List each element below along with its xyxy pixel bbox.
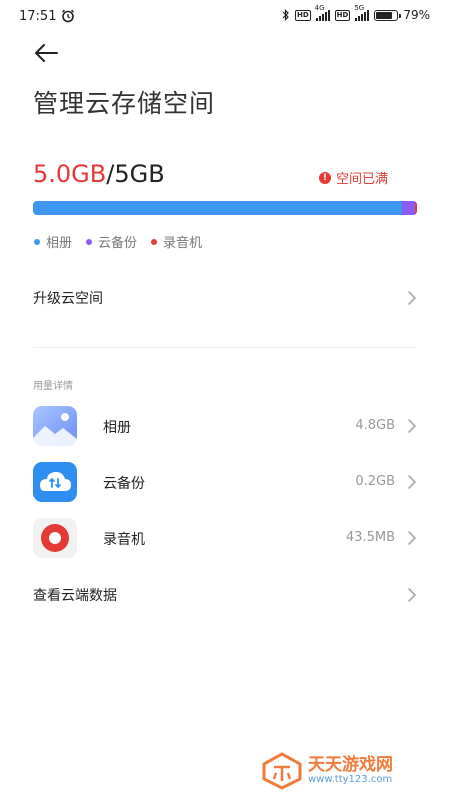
legend-item-gallery: 相册: [34, 232, 72, 251]
legend-item-recorder: 录音机: [151, 232, 202, 251]
chevron-right-icon: [408, 291, 416, 305]
total-amount: 5GB: [114, 160, 165, 188]
network-type-label: 4G: [314, 4, 325, 12]
storage-usage: 5.0GB/5GB: [33, 160, 165, 188]
legend-label: 云备份: [98, 236, 138, 251]
signal-5g-icon: 5G: [354, 4, 370, 21]
legend-dot: [34, 238, 40, 245]
usage-bar-segment: [33, 201, 402, 215]
battery-icon: [374, 9, 402, 21]
usage-bar-segment: [415, 201, 417, 215]
usage-row-recorder[interactable]: 录音机 43.5MB: [33, 518, 417, 558]
legend-label: 录音机: [163, 236, 203, 251]
upgrade-cloud-row[interactable]: 升级云空间: [33, 286, 417, 310]
gallery-icon: [33, 406, 77, 446]
alert-icon: !: [318, 171, 331, 184]
used-amount: 5.0GB: [33, 160, 107, 188]
bluetooth-icon: [282, 9, 289, 21]
page-title: 管理云存储空间: [33, 89, 216, 118]
chevron-right-icon: [408, 531, 416, 545]
watermark-url: www.tty123.com: [308, 774, 393, 785]
storage-full-label: 空间已满: [335, 172, 388, 187]
usage-bar-segment: [401, 201, 416, 215]
status-time: 17:51: [19, 9, 57, 24]
usage-row-size: 4.8GB: [355, 418, 395, 433]
chevron-right-icon: [408, 588, 416, 602]
usage-row-cloud-backup[interactable]: 云备份 0.2GB: [33, 462, 417, 502]
hd-badge: HD: [334, 9, 351, 21]
usage-row-gallery[interactable]: 相册 4.8GB: [33, 406, 417, 446]
watermark-text: 天天游戏网: [308, 755, 393, 775]
storage-full-badge: ! 空间已满: [318, 168, 388, 187]
usage-details-heading: 用量详情: [33, 381, 73, 392]
legend-dot: [86, 238, 93, 245]
view-cloud-data-row[interactable]: 查看云端数据: [33, 583, 417, 607]
divider: [33, 347, 417, 348]
watermark-logo-icon: [262, 752, 302, 790]
usage-row-size: 0.2GB: [355, 474, 395, 489]
legend-label: 相册: [46, 236, 73, 251]
usage-row-label: 云备份: [103, 476, 145, 492]
network-type-label: 5G: [354, 4, 365, 12]
storage-usage-bar: [33, 201, 417, 215]
view-cloud-data-label: 查看云端数据: [33, 588, 117, 604]
signal-4g-icon: 4G: [315, 4, 330, 21]
status-bar: 17:51 HD 4G HD 5G 79%: [0, 0, 450, 34]
chevron-right-icon: [408, 475, 416, 489]
recorder-icon: [33, 518, 77, 558]
alarm-icon: [61, 9, 75, 23]
usage-row-label: 相册: [103, 420, 131, 436]
legend-dot: [151, 238, 158, 245]
hd-badge: HD: [294, 9, 311, 21]
usage-row-size: 43.5MB: [345, 530, 395, 545]
legend-item-backup: 云备份: [86, 232, 137, 251]
back-arrow-icon[interactable]: [33, 42, 59, 64]
upgrade-cloud-label: 升级云空间: [33, 291, 103, 307]
usage-row-label: 录音机: [103, 532, 145, 548]
watermark: 天天游戏网 www.tty123.com: [262, 752, 393, 790]
cloud-backup-icon: [33, 462, 77, 502]
chevron-right-icon: [408, 419, 416, 433]
usage-legend: 相册 云备份 录音机: [34, 232, 202, 251]
battery-percent: 79%: [403, 8, 430, 22]
